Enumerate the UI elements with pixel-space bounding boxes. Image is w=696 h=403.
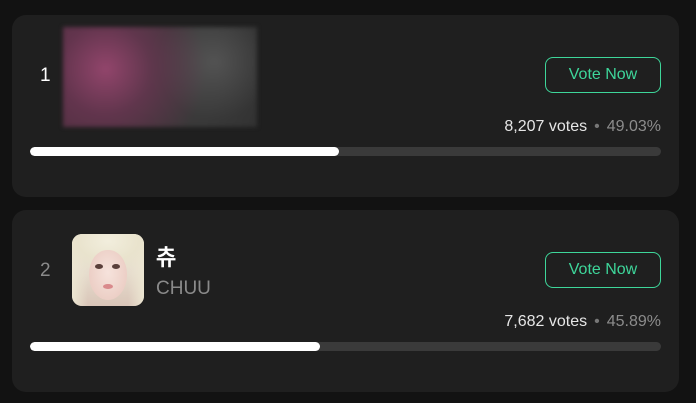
vote-count: 8,207 votes (504, 118, 588, 135)
vote-count: 7,682 votes (504, 313, 588, 330)
candidate-image-blurred (63, 27, 257, 127)
vote-now-button[interactable]: Vote Now (545, 57, 661, 93)
vote-stats: 8,207 votes • 49.03% (504, 118, 661, 136)
vote-stats: 7,682 votes • 45.89% (504, 313, 661, 331)
avatar (72, 234, 144, 306)
rank-number: 2 (40, 260, 51, 281)
vote-percent: 45.89% (606, 313, 661, 330)
candidate-card-1: 1 Vote Now 8,207 votes • 49.03% (12, 15, 679, 197)
progress-fill (30, 147, 340, 156)
progress-fill (30, 342, 320, 351)
progress-bar (30, 342, 661, 351)
separator-dot: • (594, 313, 600, 330)
candidate-card-2: 2 츄 CHUU Vote Now 7,682 votes • 45.89% (12, 210, 679, 392)
vote-now-button[interactable]: Vote Now (545, 252, 661, 288)
candidate-subname: CHUU (156, 278, 211, 299)
separator-dot: • (594, 118, 600, 135)
vote-percent: 49.03% (606, 118, 661, 135)
candidate-name: 츄 (156, 246, 177, 271)
rank-number: 1 (40, 65, 51, 86)
progress-bar (30, 147, 661, 156)
